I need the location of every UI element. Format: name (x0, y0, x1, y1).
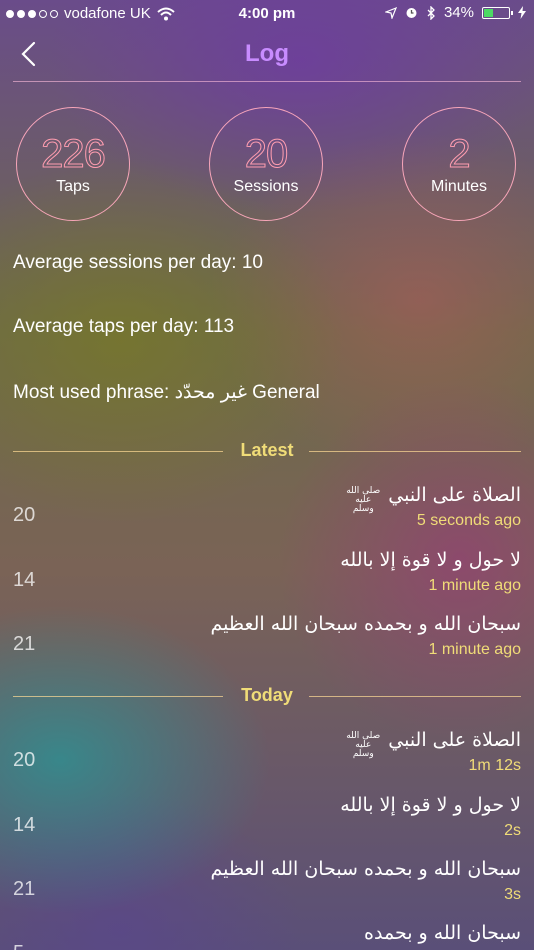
most-used-phrase-text: Most used phrase: غير محدّد General (13, 382, 320, 403)
status-right: 34% (384, 4, 526, 21)
list-item[interactable]: 20 الصلاة على النبي صلى الله عليه وسلم 1m… (13, 729, 521, 789)
list-item[interactable]: 5 سبحان الله و بحمده (13, 922, 521, 950)
list-item[interactable]: 21 سبحان الله و بحمده سبحان الله العظيم … (13, 858, 521, 918)
session-time: 5 seconds ago (416, 512, 521, 529)
taps-count: 226 (41, 132, 107, 177)
location-arrow-icon (384, 6, 397, 19)
today-section-header: Today (13, 685, 521, 709)
sessions-count: 20 (244, 132, 289, 177)
status-bar: vodafone UK 4:00 pm 34% (0, 0, 534, 28)
phrase-text: سبحان الله و بحمده سبحان الله العظيم (210, 613, 522, 635)
session-count: 5 (13, 942, 24, 950)
phrase-text: سبحان الله و بحمده سبحان الله العظيم (210, 858, 522, 880)
bluetooth-icon (427, 5, 435, 20)
session-count: 20 (13, 504, 36, 526)
minutes-count: 2 (448, 132, 471, 177)
session-count: 21 (13, 633, 36, 655)
phrase-text: لا حول و لا قوة إلا بالله (340, 549, 521, 571)
honorific-text: صلى الله عليه وسلم (346, 486, 381, 514)
session-time: 2s (504, 822, 521, 839)
sessions-circle: 20 Sessions (209, 107, 323, 221)
list-item[interactable]: 20 الصلاة على النبي صلى الله عليه وسلم 5 … (13, 484, 521, 544)
alarm-icon (406, 8, 417, 18)
battery-icon (482, 6, 513, 19)
navigation-bar: Log (0, 28, 534, 82)
phrase-text: الصلاة على النبي صلى الله عليه وسلم (344, 729, 521, 759)
phrase-text: سبحان الله و بحمده (364, 922, 521, 944)
session-time: 3s (504, 886, 521, 903)
battery-percent: 34% (443, 4, 474, 21)
session-count: 20 (13, 749, 36, 771)
minutes-label: Minutes (430, 178, 488, 195)
session-count: 21 (13, 878, 36, 900)
list-item[interactable]: 14 لا حول و لا قوة إلا بالله 1 minute ag… (13, 549, 521, 609)
phrase-text: الصلاة على النبي صلى الله عليه وسلم (344, 484, 521, 514)
latest-section-header: Latest (13, 440, 521, 464)
list-item[interactable]: 21 سبحان الله و بحمده سبحان الله العظيم … (13, 613, 521, 673)
session-time: 1 minute ago (428, 641, 521, 658)
taps-label: Taps (56, 178, 90, 195)
session-count: 14 (13, 814, 36, 836)
phrase-label: الصلاة على النبي (388, 484, 521, 506)
honorific-text: صلى الله عليه وسلم (346, 731, 381, 759)
phrase-text: لا حول و لا قوة إلا بالله (340, 794, 521, 816)
page-title: Log (245, 40, 289, 67)
session-count: 14 (13, 569, 36, 591)
minutes-circle: 2 Minutes (402, 107, 516, 221)
taps-circle: 226 Taps (16, 107, 130, 221)
session-time: 1m 12s (468, 757, 521, 774)
session-time: 1 minute ago (428, 577, 521, 594)
average-sessions-text: Average sessions per day: 10 (13, 252, 263, 273)
average-taps-text: Average taps per day: 113 (13, 316, 235, 337)
list-item[interactable]: 14 لا حول و لا قوة إلا بالله 2s (13, 794, 521, 854)
charging-bolt-icon (518, 6, 526, 19)
sessions-label: Sessions (233, 178, 299, 195)
phrase-label: الصلاة على النبي (388, 729, 521, 751)
nav-divider (13, 81, 521, 82)
